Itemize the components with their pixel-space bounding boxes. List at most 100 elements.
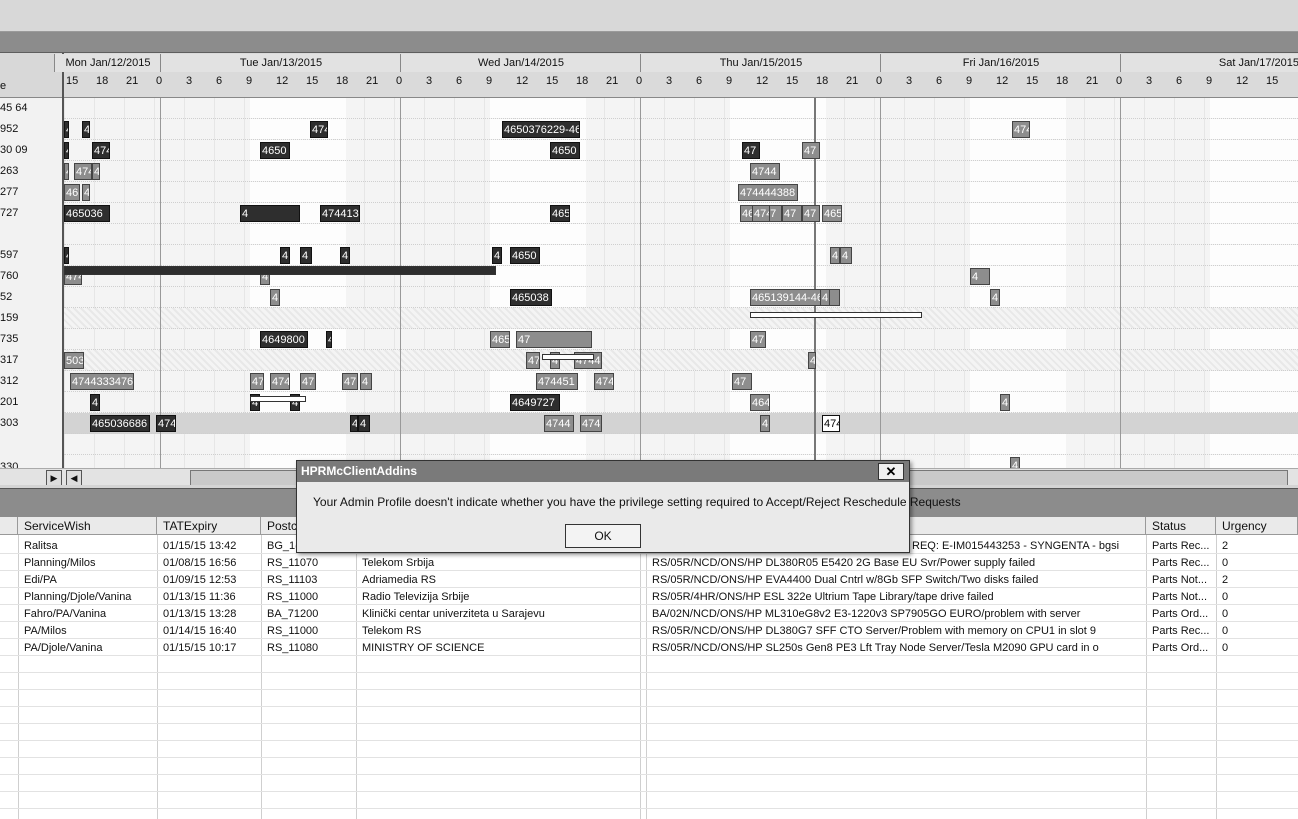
row-label[interactable]: 52 — [0, 287, 60, 308]
appointment-bar[interactable]: 4744333476 — [70, 373, 134, 390]
appointment-bar[interactable]: 4 — [92, 163, 100, 180]
appointment-bar[interactable]: 4744 — [750, 163, 780, 180]
gantt-lane[interactable] — [64, 434, 1298, 455]
column-header-tatexpiry[interactable]: TATExpiry — [157, 517, 261, 535]
appointment-bar[interactable]: 4 — [64, 142, 69, 159]
appointment-bar[interactable]: 47 — [802, 205, 820, 222]
gantt-chart[interactable]: e 45 64 952 30 09 263 277 727 597 760 52 159 735 31… — [0, 53, 1298, 485]
appointment-bar[interactable]: 474413721 — [320, 205, 360, 222]
appointment-bar[interactable]: 474 — [74, 163, 92, 180]
column-header-urgency[interactable]: Urgency — [1216, 517, 1298, 535]
row-label[interactable]: 727 — [0, 203, 60, 224]
appointment-bar[interactable]: 46 — [64, 184, 80, 201]
appointment-bar[interactable]: 4 — [240, 205, 300, 222]
row-label[interactable]: 760 — [0, 266, 60, 287]
gantt-lane[interactable] — [64, 119, 1298, 140]
appointment-bar[interactable]: 47 — [782, 205, 802, 222]
appointment-bar[interactable]: 4 — [350, 415, 358, 432]
appointment-bar[interactable]: 474 — [270, 373, 290, 390]
appointment-bar[interactable]: 4650 — [550, 142, 580, 159]
appointment-bar[interactable]: 465036 — [64, 205, 110, 222]
connector-bar[interactable] — [250, 396, 306, 402]
appointment-bar[interactable]: 4 — [990, 289, 1000, 306]
appointment-bar[interactable]: 4 — [760, 415, 770, 432]
dialog-title-bar[interactable]: HPRMcClientAddins ✕ — [297, 461, 909, 482]
appointment-bar[interactable]: 474 — [310, 121, 328, 138]
gantt-lane[interactable] — [64, 98, 1298, 119]
row-label[interactable]: 159 — [0, 308, 60, 329]
gantt-lane[interactable] — [64, 287, 1298, 308]
appointment-bar[interactable]: 4650 — [260, 142, 290, 159]
row-label[interactable]: 735 — [0, 329, 60, 350]
column-header-status[interactable]: Status — [1146, 517, 1216, 535]
gantt-lane[interactable] — [64, 329, 1298, 350]
row-label[interactable]: 277 — [0, 182, 60, 203]
row-label[interactable] — [0, 434, 60, 455]
appointment-bar[interactable]: 4 — [90, 394, 100, 411]
gantt-lane[interactable] — [64, 224, 1298, 245]
gantt-lane[interactable] — [64, 413, 1298, 434]
appointment-bar[interactable]: 465036686 — [90, 415, 150, 432]
service-orders-table[interactable]: ServiceWish TATExpiry Postc Status Urgen… — [0, 517, 1298, 819]
ok-button[interactable]: OK — [565, 524, 641, 548]
appointment-bar[interactable]: 4 — [280, 247, 290, 264]
gantt-grid[interactable]: 444744650376229-464744474465046504747447… — [64, 98, 1298, 476]
row-label[interactable]: 263 — [0, 161, 60, 182]
appointment-bar[interactable]: 47 — [250, 373, 264, 390]
row-label[interactable]: 303 — [0, 413, 60, 434]
column-header-servicewish[interactable]: ServiceWish — [18, 517, 157, 535]
appointment-bar[interactable]: 4 — [64, 121, 69, 138]
appointment-bar[interactable]: 503 — [64, 352, 84, 369]
appointment-bar[interactable]: 4650366869-4 — [490, 331, 510, 348]
scroll-right-arrow-icon[interactable]: ▶ — [46, 470, 62, 485]
scroll-left-arrow-icon[interactable]: ◀ — [66, 470, 82, 485]
appointment-bar[interactable]: 4 — [300, 247, 312, 264]
row-label[interactable] — [0, 224, 60, 245]
appointment-bar[interactable]: 4 — [82, 184, 90, 201]
appointment-bar[interactable]: 47 — [802, 142, 820, 159]
appointment-bar[interactable]: 4 — [492, 247, 502, 264]
appointment-bar[interactable]: 474 — [92, 142, 110, 159]
gantt-lane[interactable] — [64, 245, 1298, 266]
appointment-bar[interactable]: 4 — [64, 163, 69, 180]
appointment-bar[interactable]: 4 — [970, 268, 990, 285]
appointment-bar[interactable]: 4 — [820, 289, 830, 306]
appointment-bar[interactable]: 47 — [300, 373, 316, 390]
appointment-bar[interactable]: 4 — [340, 247, 350, 264]
row-label[interactable]: 312 — [0, 371, 60, 392]
appointment-bar[interactable]: 4 — [270, 289, 280, 306]
row-label[interactable]: 952 — [0, 119, 60, 140]
appointment-bar[interactable]: 4649727 — [510, 394, 560, 411]
gantt-lane[interactable] — [64, 182, 1298, 203]
appointment-bar[interactable]: 4 — [360, 373, 372, 390]
appointment-bar[interactable]: 4 — [358, 415, 370, 432]
appointment-bar[interactable]: 47 — [732, 373, 752, 390]
appointment-bar[interactable]: 474 — [1012, 121, 1030, 138]
row-label[interactable]: 597 — [0, 245, 60, 266]
appointment-bar[interactable]: 47 — [526, 352, 540, 369]
appointment-bar[interactable]: 47 — [326, 331, 332, 348]
appointment-bar[interactable]: 464 — [750, 394, 770, 411]
connector-bar[interactable] — [542, 354, 594, 360]
appointment-bar[interactable]: 4 — [1000, 394, 1010, 411]
appointment-bar[interactable]: 4 — [830, 247, 840, 264]
appointment-bar[interactable]: 4 — [808, 352, 816, 369]
appointment-bar[interactable]: 465036 — [550, 205, 570, 222]
appointment-bar[interactable]: 4649800 — [260, 331, 308, 348]
appointment-bar[interactable]: 4 — [82, 121, 90, 138]
appointment-bar[interactable]: 474 — [156, 415, 176, 432]
row-label[interactable]: 317 — [0, 350, 60, 371]
appointment-bar[interactable]: 465 — [822, 205, 842, 222]
row-label[interactable]: 201 — [0, 392, 60, 413]
gantt-lane[interactable] — [64, 350, 1298, 371]
row-label[interactable]: 45 64 — [0, 98, 60, 119]
appointment-bar[interactable]: 4744 — [544, 415, 574, 432]
appointment-bar[interactable]: 47 — [342, 373, 358, 390]
appointment-bar[interactable]: 47 — [742, 142, 760, 159]
appointment-bar[interactable]: 474451 — [536, 373, 578, 390]
appointment-bar[interactable]: 4650376229-46 — [502, 121, 580, 138]
gantt-lane[interactable] — [64, 140, 1298, 161]
row-label[interactable]: 30 09 — [0, 140, 60, 161]
appointment-bar[interactable]: 47 — [516, 331, 592, 348]
dark-span-bar[interactable] — [64, 266, 496, 275]
